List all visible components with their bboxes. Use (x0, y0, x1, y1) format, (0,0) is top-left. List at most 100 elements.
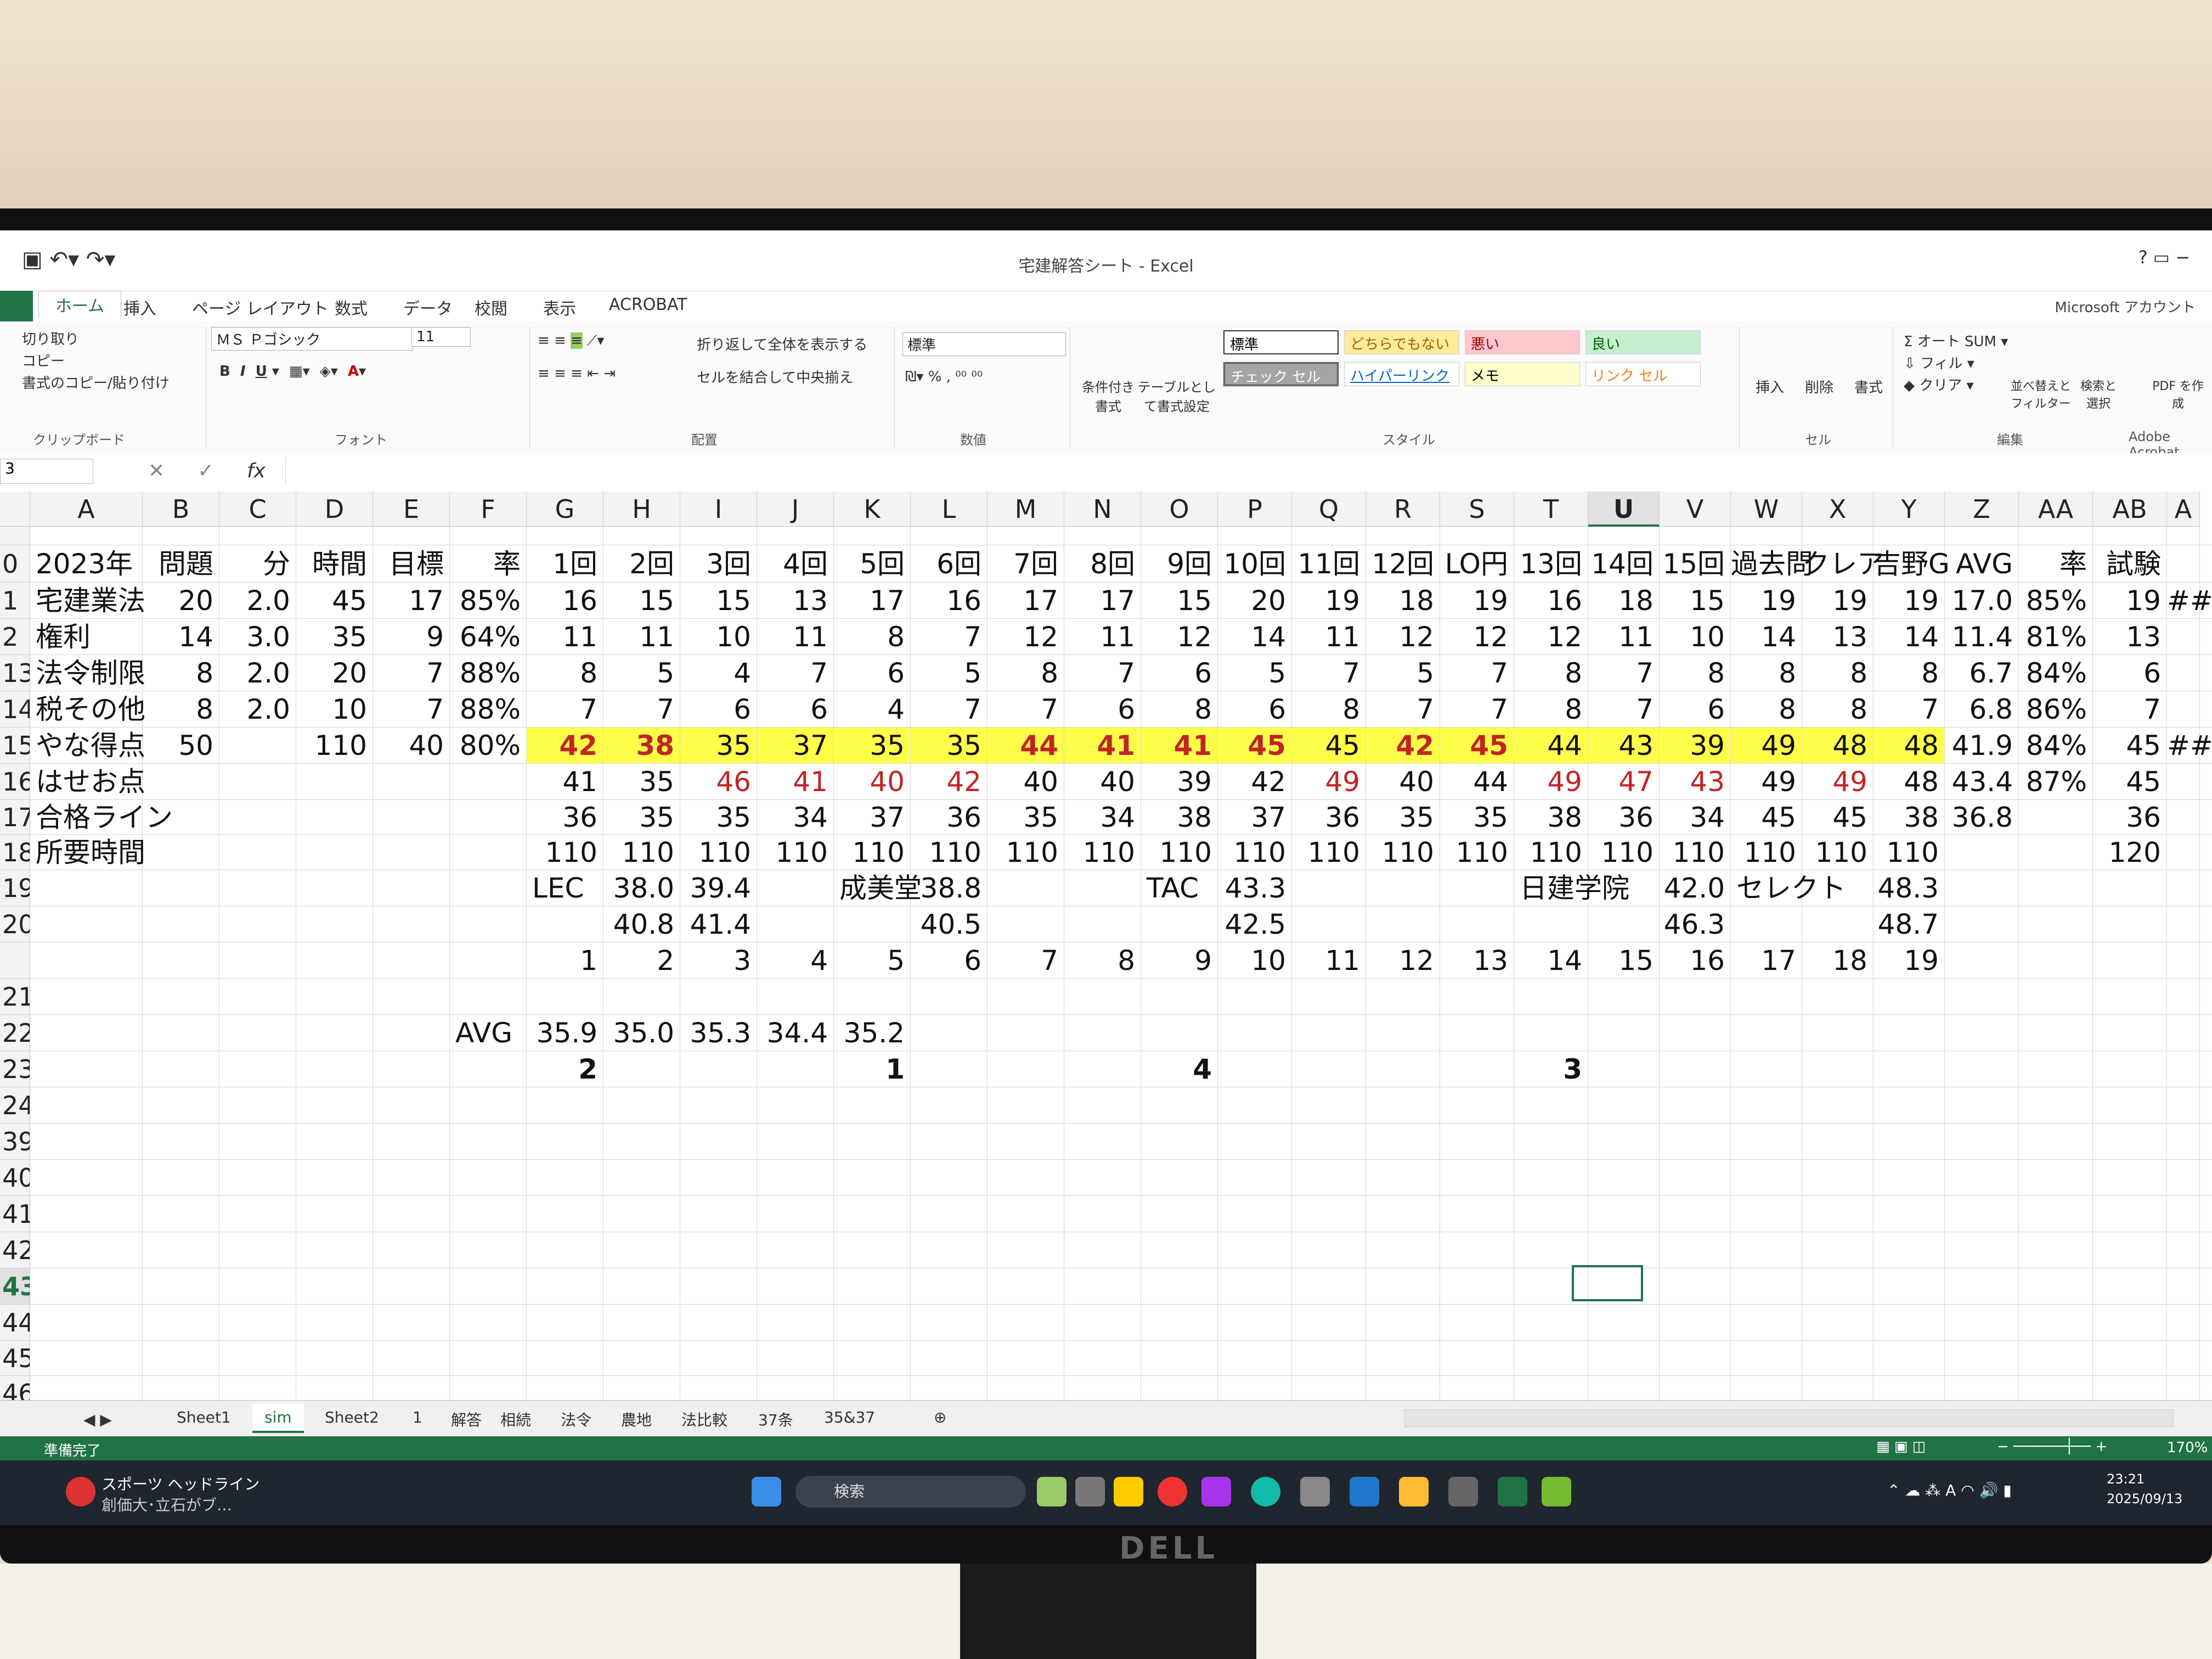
cell[interactable] (30, 1341, 143, 1375)
cell[interactable]: 110 (1366, 835, 1440, 870)
cell[interactable] (1292, 1124, 1366, 1159)
cell[interactable]: ### (2167, 727, 2212, 763)
cell[interactable]: 18 (1366, 583, 1440, 618)
fill-button[interactable]: ⇩ フィル ▾ (1904, 352, 1974, 373)
cell[interactable]: 7 (757, 655, 834, 691)
cell[interactable] (1440, 527, 1514, 545)
cell[interactable] (219, 1305, 296, 1340)
column-header-t[interactable]: T (1514, 492, 1588, 527)
cell[interactable]: 15回 (1660, 545, 1731, 582)
column-header-i[interactable]: I (680, 492, 757, 527)
cell[interactable] (1874, 1160, 1945, 1195)
cell[interactable] (1366, 527, 1440, 545)
cell[interactable]: 37 (834, 800, 911, 834)
cell[interactable] (988, 1232, 1064, 1268)
cell[interactable]: 税その他 (30, 691, 145, 727)
widget-icon[interactable] (1037, 1477, 1066, 1506)
insert-cells-button[interactable]: 挿入 (1756, 376, 1784, 397)
cell[interactable] (1292, 1305, 1366, 1340)
cell[interactable]: 36.8 (1945, 800, 2019, 834)
cell[interactable]: 110 (1874, 835, 1945, 870)
cell[interactable] (30, 1051, 143, 1087)
cell[interactable]: 15 (1660, 583, 1731, 618)
cell[interactable]: 19 (1731, 583, 1802, 618)
cell[interactable]: 成美堂 (834, 870, 922, 906)
cell[interactable] (296, 943, 373, 978)
cell[interactable] (2019, 1160, 2093, 1195)
cell[interactable] (603, 1051, 680, 1087)
name-box[interactable]: 3 (0, 459, 93, 484)
cell[interactable] (1440, 1087, 1514, 1123)
cell[interactable] (219, 835, 296, 870)
cell[interactable]: 問題 (143, 545, 219, 582)
cell[interactable]: 110 (911, 835, 988, 870)
cell[interactable]: 14 (1514, 943, 1588, 978)
cell[interactable] (1514, 1196, 1588, 1232)
cell[interactable] (834, 527, 911, 545)
cell[interactable] (1660, 1232, 1731, 1268)
cell[interactable] (1731, 1341, 1802, 1375)
cell[interactable] (30, 870, 143, 906)
cell[interactable]: 41.4 (680, 906, 757, 942)
cell[interactable] (1802, 1305, 1874, 1340)
cell[interactable] (450, 1196, 527, 1232)
sheet-tab[interactable]: Sheet2 (313, 1404, 391, 1431)
cell[interactable] (1064, 1232, 1141, 1268)
cell[interactable] (143, 870, 219, 906)
column-header-q[interactable]: Q (1292, 492, 1366, 527)
cell[interactable] (1064, 527, 1141, 545)
cell[interactable] (219, 1232, 296, 1268)
cell[interactable] (296, 1305, 373, 1340)
cell[interactable] (1440, 1015, 1514, 1051)
cell[interactable]: 11回 (1292, 545, 1366, 582)
cell[interactable]: やな得点 (30, 727, 145, 763)
cell[interactable] (1802, 1015, 1874, 1051)
cell[interactable] (603, 1087, 680, 1123)
column-header-v[interactable]: V (1660, 492, 1731, 527)
cell[interactable] (1588, 1305, 1660, 1340)
cell[interactable] (373, 527, 450, 545)
cell[interactable] (680, 1305, 757, 1340)
cell[interactable]: 20 (1218, 583, 1292, 618)
cell[interactable] (1218, 1087, 1292, 1123)
row-header[interactable] (0, 527, 30, 545)
cell[interactable] (1440, 979, 1514, 1014)
cell[interactable]: 7 (1588, 655, 1660, 691)
cell[interactable] (30, 1305, 143, 1340)
cell[interactable] (450, 1268, 527, 1304)
cell[interactable] (1660, 1305, 1731, 1340)
cell[interactable] (1064, 1196, 1141, 1232)
cell[interactable] (373, 870, 450, 906)
cell[interactable]: 17 (1064, 583, 1141, 618)
cell[interactable] (1660, 979, 1731, 1014)
file-tab[interactable] (0, 291, 33, 321)
cell[interactable]: 5 (1366, 655, 1440, 691)
cell[interactable]: 35 (988, 800, 1064, 834)
cell[interactable]: 45 (1292, 727, 1366, 763)
cell[interactable]: 12 (1366, 943, 1440, 978)
cell[interactable]: 率 (2019, 545, 2093, 582)
cell[interactable]: 17 (1731, 943, 1802, 978)
cell[interactable]: 110 (1141, 835, 1218, 870)
cell[interactable]: 7 (1064, 655, 1141, 691)
cell[interactable]: 7 (1440, 691, 1514, 727)
cell[interactable]: 41 (757, 764, 834, 799)
column-header-a[interactable]: A (30, 492, 143, 527)
cell[interactable]: 9 (373, 619, 450, 654)
cell[interactable]: 6 (1064, 691, 1141, 727)
cell[interactable]: ### (2167, 583, 2212, 618)
cell[interactable] (1731, 1124, 1802, 1159)
cell[interactable]: 35 (834, 727, 911, 763)
cell[interactable] (1440, 1232, 1514, 1268)
cell[interactable]: 19 (2093, 583, 2167, 618)
cell[interactable]: クレア (1802, 545, 1884, 582)
cell[interactable] (1514, 527, 1588, 545)
cell[interactable] (1945, 1305, 2019, 1340)
column-header-b[interactable]: B (143, 492, 219, 527)
cell[interactable] (527, 1087, 603, 1123)
tab-formulas[interactable]: 数式 (335, 295, 368, 319)
cell[interactable] (373, 979, 450, 1014)
copilot-icon[interactable] (1201, 1477, 1231, 1506)
cell[interactable] (296, 906, 373, 942)
cell[interactable] (1731, 1087, 1802, 1123)
